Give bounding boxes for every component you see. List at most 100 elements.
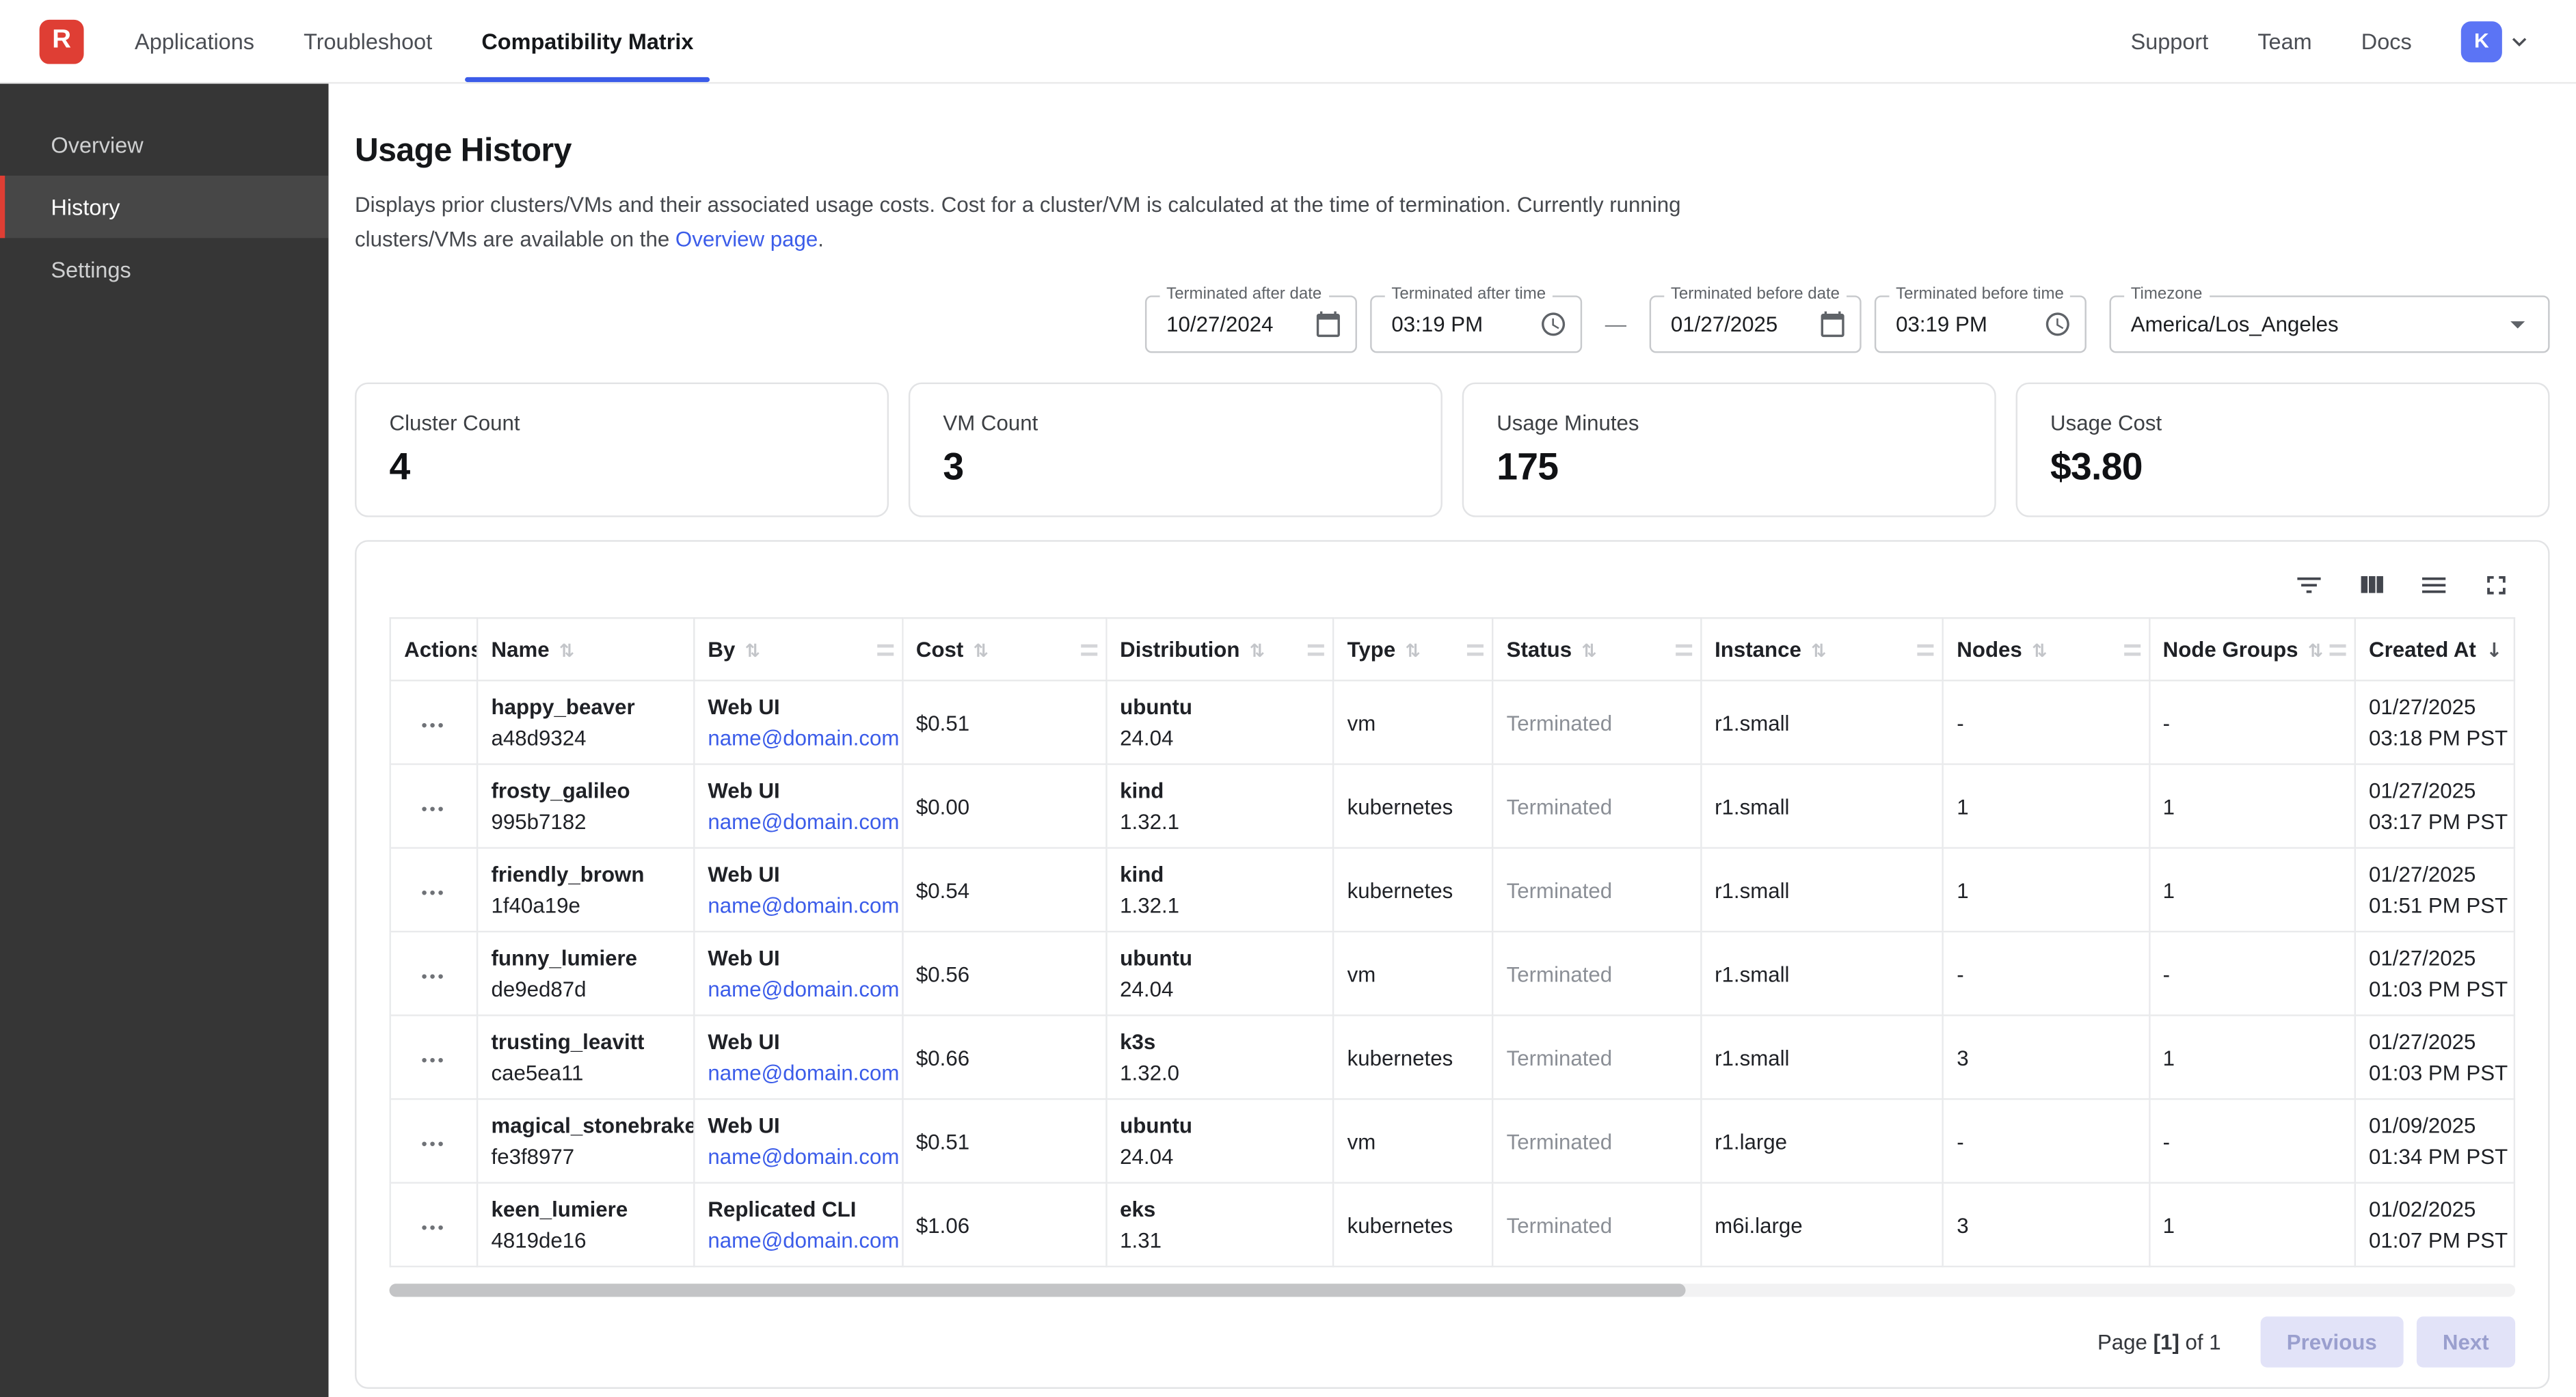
email-link[interactable]: name@domain.com xyxy=(708,893,899,918)
nav-link-support[interactable]: Support xyxy=(2131,29,2209,53)
stat-value: 3 xyxy=(943,445,1408,489)
horizontal-scrollbar[interactable] xyxy=(390,1284,2516,1297)
email-link[interactable]: name@domain.com xyxy=(708,1144,899,1169)
clock-icon[interactable] xyxy=(2043,310,2071,338)
sort-icon[interactable]: ⇅ xyxy=(559,640,574,662)
scrollbar-thumb[interactable] xyxy=(390,1284,1687,1297)
row-actions-button[interactable]: ••• xyxy=(421,717,446,735)
nodes-count: - xyxy=(1957,962,1963,986)
column-header-cost[interactable]: Cost⇅ xyxy=(902,619,1105,681)
column-label: Status xyxy=(1507,637,1572,662)
sort-icon[interactable]: ⇅ xyxy=(2308,640,2323,662)
column-separator-icon[interactable] xyxy=(1308,644,1324,655)
sort-icon[interactable]: ⇅ xyxy=(1582,640,1597,662)
column-header-nodes[interactable]: Nodes ⇅ xyxy=(1943,619,2149,681)
instance-type: r1.small xyxy=(1715,962,1789,986)
calendar-icon[interactable] xyxy=(1314,310,1342,338)
nav-link-docs[interactable]: Docs xyxy=(2361,29,2412,53)
sort-desc-icon[interactable]: ↓ xyxy=(2486,639,2502,662)
sidebar-item-history[interactable]: History xyxy=(0,176,329,238)
fullscreen-button[interactable] xyxy=(2479,568,2512,601)
chevron-down-icon[interactable] xyxy=(2506,27,2534,55)
distribution-name: ubuntu xyxy=(1120,694,1319,719)
nav-tab-troubleshoot[interactable]: Troubleshoot xyxy=(279,0,457,82)
column-separator-icon[interactable] xyxy=(2123,644,2140,655)
density-icon xyxy=(2417,569,2449,600)
column-header-created-at[interactable]: Created At↓ xyxy=(2355,619,2514,681)
row-actions-button[interactable]: ••• xyxy=(421,1135,446,1153)
density-button[interactable] xyxy=(2417,568,2450,601)
account-menu[interactable]: K xyxy=(2461,21,2534,62)
calendar-icon[interactable] xyxy=(1819,310,1847,338)
row-actions-button[interactable]: ••• xyxy=(421,1052,446,1070)
nav-tab-compatibility-matrix[interactable]: Compatibility Matrix xyxy=(457,0,718,82)
row-actions-button[interactable]: ••• xyxy=(421,800,446,818)
table-row: •••funny_lumierede9ed87dWeb UIname@domai… xyxy=(390,932,2514,1015)
distribution-name: ubuntu xyxy=(1120,1113,1319,1138)
filter-button[interactable] xyxy=(2292,568,2324,601)
next-page-button[interactable]: Next xyxy=(2416,1317,2515,1368)
row-actions-button[interactable]: ••• xyxy=(421,884,446,902)
column-separator-icon[interactable] xyxy=(2329,644,2346,655)
node-groups-count: - xyxy=(2163,1129,2170,1154)
dropdown-caret-icon[interactable] xyxy=(2500,307,2534,341)
cluster-name: frosty_galileo xyxy=(492,778,680,803)
cluster-id: 4819de16 xyxy=(492,1228,680,1253)
row-actions-button[interactable]: ••• xyxy=(421,1219,446,1237)
email-link[interactable]: name@domain.com xyxy=(708,977,899,1001)
created-date: 01/02/2025 xyxy=(2369,1197,2500,1221)
field-value: 01/27/2025 xyxy=(1671,312,1809,337)
terminated-before-date-field[interactable]: Terminated before date 01/27/2025 xyxy=(1650,296,1862,353)
created-date: 01/27/2025 xyxy=(2369,1029,2500,1054)
column-header-instance[interactable]: Instance⇅ xyxy=(1701,619,1943,681)
sidebar-item-overview[interactable]: Overview xyxy=(0,113,329,176)
stat-value: $3.80 xyxy=(2050,445,2515,489)
sort-icon[interactable]: ⇅ xyxy=(974,640,989,662)
terminated-before-time-field[interactable]: Terminated before time 03:19 PM xyxy=(1875,296,2087,353)
terminated-after-date-field[interactable]: Terminated after date 10/27/2024 xyxy=(1145,296,1357,353)
nav-tab-applications[interactable]: Applications xyxy=(110,0,279,82)
column-separator-icon[interactable] xyxy=(1081,644,1097,655)
created-by: Web UI xyxy=(708,778,888,803)
avatar[interactable]: K xyxy=(2461,21,2502,62)
date-range-separator: — xyxy=(1605,312,1626,337)
email-link[interactable]: name@domain.com xyxy=(708,726,899,750)
field-value: 03:19 PM xyxy=(1391,312,1529,337)
terminated-after-time-field[interactable]: Terminated after time 03:19 PM xyxy=(1370,296,1582,353)
column-label: Nodes xyxy=(1957,637,2022,662)
table-row: •••happy_beavera48d9324Web UIname@domain… xyxy=(390,681,2514,764)
overview-page-link[interactable]: Overview page xyxy=(675,227,818,252)
cost-value: $0.54 xyxy=(916,878,969,902)
replicated-logo[interactable]: R xyxy=(40,19,84,64)
fullscreen-icon xyxy=(2480,569,2511,600)
row-actions-button[interactable]: ••• xyxy=(421,968,446,986)
column-header-type[interactable]: Type⇅ xyxy=(1333,619,1492,681)
column-header-node-groups[interactable]: Node Groups⇅ xyxy=(2149,619,2354,681)
sort-icon[interactable]: ⇅ xyxy=(1406,640,1421,662)
column-header-status[interactable]: Status ⇅ xyxy=(1492,619,1700,681)
email-link[interactable]: name@domain.com xyxy=(708,1228,899,1253)
sort-icon[interactable]: ⇅ xyxy=(745,640,760,662)
sort-icon[interactable]: ⇅ xyxy=(2032,640,2047,662)
column-header-name[interactable]: Name⇅ xyxy=(477,619,694,681)
sort-icon[interactable]: ⇅ xyxy=(1250,640,1265,662)
sidebar-item-settings[interactable]: Settings xyxy=(0,238,329,300)
columns-button[interactable] xyxy=(2354,568,2387,601)
timezone-select[interactable]: Timezone America/Los_Angeles xyxy=(2110,296,2550,353)
clock-icon[interactable] xyxy=(1540,310,1568,338)
distribution-version: 1.32.0 xyxy=(1120,1061,1319,1085)
cluster-type: kubernetes xyxy=(1347,1212,1453,1237)
email-link[interactable]: name@domain.com xyxy=(708,1061,899,1085)
page-title: Usage History xyxy=(355,133,2549,171)
column-separator-icon[interactable] xyxy=(1918,644,1934,655)
column-separator-icon[interactable] xyxy=(876,644,893,655)
column-separator-icon[interactable] xyxy=(1675,644,1691,655)
column-header-distribution[interactable]: Distribution⇅ xyxy=(1106,619,1333,681)
sort-icon[interactable]: ⇅ xyxy=(1811,640,1826,662)
distribution-name: k3s xyxy=(1120,1029,1319,1054)
column-separator-icon[interactable] xyxy=(1467,644,1484,655)
previous-page-button[interactable]: Previous xyxy=(2260,1317,2403,1368)
nav-link-team[interactable]: Team xyxy=(2257,29,2311,53)
column-header-by[interactable]: By⇅ xyxy=(694,619,902,681)
email-link[interactable]: name@domain.com xyxy=(708,809,899,834)
